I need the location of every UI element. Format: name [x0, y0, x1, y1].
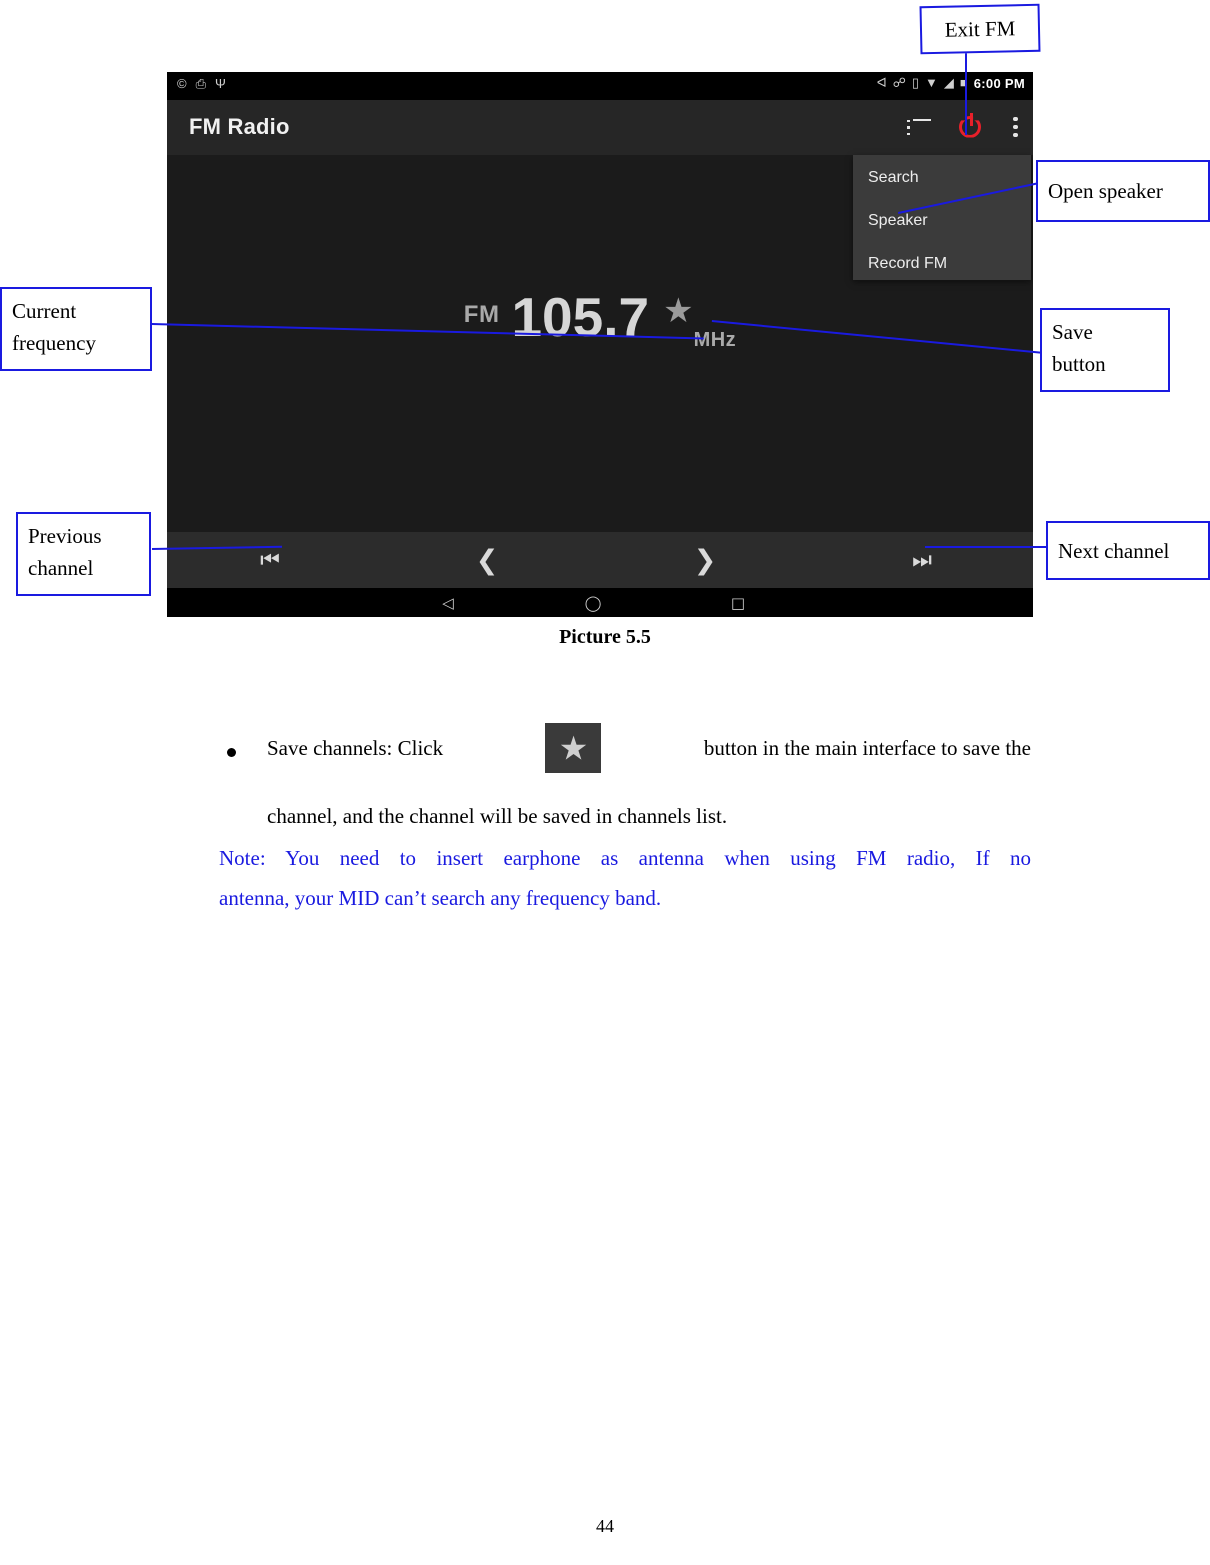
screenshot-icon: ⎙ — [195, 76, 206, 91]
unit-label: MHz — [693, 329, 737, 351]
chevron-right-icon[interactable]: ❯ — [680, 532, 730, 588]
back-triangle-icon[interactable]: ◁ — [430, 588, 466, 617]
copyright-icon: © — [177, 76, 187, 91]
callout-previous-channel: Previous channel — [16, 512, 151, 596]
callout-save-button-line2: button — [1052, 352, 1106, 376]
sdcard-icon: ▯ — [911, 75, 920, 90]
band-label: FM — [463, 301, 500, 328]
body-text: Save channels: Click button in the main … — [219, 700, 1031, 918]
status-bar-right-icons: ᐊ ☍ ▯ ▼ ◢ ■ 6:00 PM — [877, 75, 1025, 91]
app-title: FM Radio — [189, 114, 290, 139]
headset-icon: ☍ — [892, 75, 906, 90]
status-bar: © ⎙ Ψ ᐊ ☍ ▯ ▼ ◢ ■ 6:00 PM — [167, 72, 1033, 100]
chevron-left-icon[interactable]: ❮ — [462, 532, 512, 588]
callout-next-channel: Next channel — [1046, 521, 1210, 580]
callout-open-speaker: Open speaker — [1036, 160, 1210, 222]
bullet-paragraph: Save channels: Click button in the main … — [219, 700, 1031, 836]
status-bar-clock: 6:00 PM — [973, 75, 1025, 91]
bullet-text-part1: Save channels: Click — [267, 736, 444, 760]
star-icon[interactable]: ★ — [663, 291, 693, 331]
android-nav-bar: ◁ ◯ □ — [167, 588, 1033, 617]
bullet-line-1: Save channels: Click button in the main … — [267, 700, 1031, 796]
current-frequency-value: 105.7 — [511, 286, 650, 348]
device-screenshot: © ⎙ Ψ ᐊ ☍ ▯ ▼ ◢ ■ 6:00 PM FM Radio FM 10… — [167, 72, 1033, 617]
wifi-icon: ▼ — [925, 75, 938, 90]
callout-exit-fm: Exit FM — [919, 3, 1041, 55]
next-channel-icon[interactable]: ⏭ — [897, 532, 947, 588]
usb-icon: Ψ — [215, 76, 226, 91]
overflow-menu-icon[interactable] — [1013, 116, 1019, 140]
app-bar-actions — [907, 100, 1019, 155]
signal-icon: ◢ — [943, 75, 954, 90]
callout-previous-channel-line1: Previous — [28, 524, 102, 548]
menu-item-speaker[interactable]: Speaker — [853, 210, 928, 232]
overflow-menu-popup: Search Speaker Record FM — [853, 155, 1031, 280]
leader-line-exit-fm — [965, 50, 967, 135]
app-bar: FM Radio — [167, 100, 1033, 155]
channel-list-icon[interactable] — [907, 118, 931, 137]
menu-item-record-fm[interactable]: Record FM — [853, 253, 947, 275]
callout-previous-channel-line2: channel — [28, 556, 94, 580]
note-line-2: antenna, your MID can’t search any frequ… — [219, 886, 662, 910]
note-line-1: Note: You need to insert earphone as ant… — [219, 846, 1031, 870]
menu-item-search[interactable]: Search — [853, 167, 919, 189]
previous-channel-icon[interactable]: ⏮ — [245, 532, 295, 588]
star-button-icon — [545, 723, 602, 773]
callout-save-button-line1: Save — [1052, 320, 1093, 344]
callout-current-frequency-line1: Current — [12, 299, 77, 323]
status-bar-left-icons: © ⎙ Ψ — [177, 76, 226, 92]
callout-current-frequency: Current frequency — [0, 287, 152, 371]
bluetooth-icon: ᐊ — [876, 75, 887, 90]
home-circle-icon[interactable]: ◯ — [575, 588, 611, 617]
bullet-dot-icon — [227, 748, 236, 757]
bullet-line-2: channel, and the channel will be saved i… — [267, 804, 728, 828]
callout-current-frequency-line2: frequency — [12, 331, 96, 355]
bullet-text-part2: button in the main interface to save the — [703, 736, 1031, 760]
power-icon[interactable] — [957, 112, 987, 143]
note-paragraph: Note: You need to insert earphone as ant… — [219, 838, 1031, 918]
transport-bar: ⏮ ❮ ❯ ⏭ — [167, 532, 1033, 588]
leader-line-next-channel — [925, 546, 1063, 548]
callout-save-button: Save button — [1040, 308, 1170, 392]
figure-caption: Picture 5.5 — [559, 626, 651, 648]
recents-square-icon[interactable]: □ — [720, 588, 756, 617]
page-number: 44 — [596, 1516, 614, 1536]
frequency-display: FM 105.7 ★MHz — [167, 285, 1033, 352]
